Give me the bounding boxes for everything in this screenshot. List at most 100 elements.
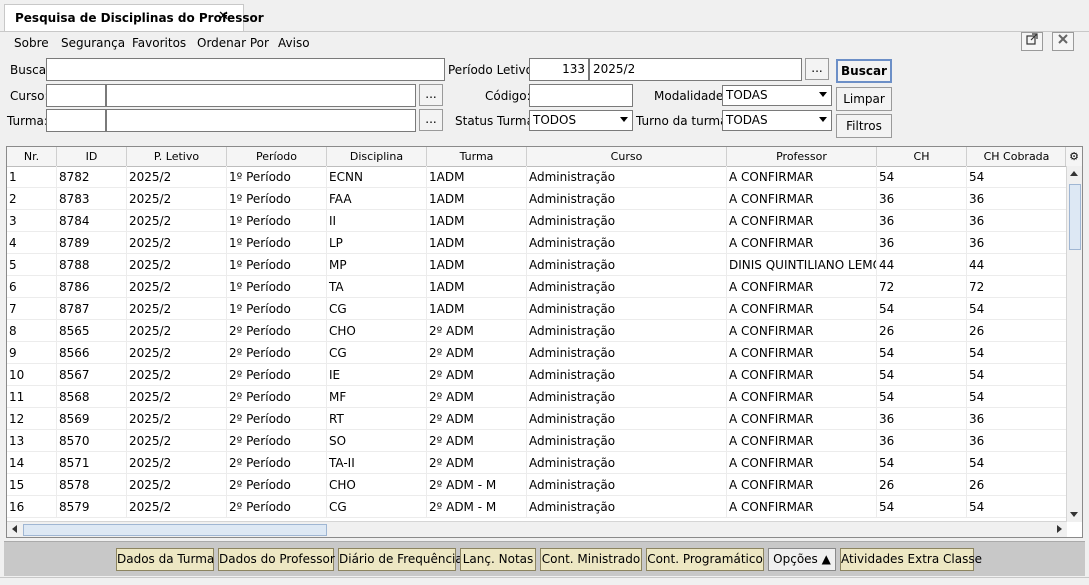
table-cell: 2º ADM - M	[427, 496, 527, 518]
codigo-input[interactable]	[529, 84, 633, 107]
column-header[interactable]: CH Cobrada	[967, 147, 1067, 166]
turma-name-input[interactable]	[106, 109, 416, 132]
menu-sobre[interactable]: Sobre	[14, 36, 49, 50]
table-cell: 8578	[57, 474, 127, 496]
periodo-code-input[interactable]: 133	[529, 58, 589, 81]
dados-professor-button[interactable]: Dados do Professor	[218, 548, 335, 571]
column-header[interactable]: Professor	[727, 147, 877, 166]
table-cell: 1	[7, 166, 57, 188]
column-header[interactable]: P. Letivo	[127, 147, 227, 166]
turno-select[interactable]: TODAS	[722, 110, 832, 131]
table-cell: 5	[7, 254, 57, 276]
curso-name-input[interactable]	[106, 84, 416, 107]
modalidade-select[interactable]: TODAS	[722, 85, 832, 106]
horizontal-scrollbar[interactable]	[7, 521, 1067, 537]
limpar-button[interactable]: Limpar	[836, 87, 892, 111]
table-row[interactable]: 8 8565 2025/2 2º Período CHO 2º ADM Administra…	[7, 320, 1067, 342]
table-cell: 2º ADM	[427, 386, 527, 408]
menu-seguranca[interactable]: Segurança	[61, 36, 125, 50]
table-row[interactable]: 4 8789 2025/2 1º Período LP 1ADM Administração…	[7, 232, 1067, 254]
vertical-scrollbar[interactable]	[1066, 166, 1082, 522]
table-cell: 8567	[57, 364, 127, 386]
window-close-icon[interactable]	[1052, 32, 1074, 51]
menu-favoritos[interactable]: Favoritos	[132, 36, 186, 50]
table-cell: 54	[967, 364, 1067, 386]
table-cell: 14	[7, 452, 57, 474]
table-row[interactable]: 1 8782 2025/2 1º Período ECNN 1ADM Administraç…	[7, 166, 1067, 188]
turma-lookup-button[interactable]: ...	[419, 109, 443, 131]
table-cell: A CONFIRMAR	[727, 496, 877, 518]
turma-code-input[interactable]	[46, 109, 106, 132]
tab-close-icon[interactable]: ✕	[218, 9, 229, 24]
periodo-value-input[interactable]: 2025/2	[589, 58, 802, 81]
filtros-button[interactable]: Filtros	[836, 114, 892, 138]
table-cell: IE	[327, 364, 427, 386]
table-cell: Administração	[527, 298, 727, 320]
column-header[interactable]: Turma	[427, 147, 527, 166]
table-row[interactable]: 10 8567 2025/2 2º Período IE 2º ADM Administra…	[7, 364, 1067, 386]
chevron-down-icon	[819, 92, 827, 97]
action-toolbar: Dados da Turma Dados do Professor Diário…	[4, 541, 1085, 576]
table-cell: 2025/2	[127, 474, 227, 496]
table-cell: A CONFIRMAR	[727, 276, 877, 298]
periodo-lookup-button[interactable]: ...	[805, 58, 829, 80]
dados-turma-button[interactable]: Dados da Turma	[116, 548, 214, 571]
status-turma-select[interactable]: TODOS	[529, 110, 633, 131]
table-cell: 1º Período	[227, 276, 327, 298]
busca-input[interactable]	[46, 58, 445, 81]
curso-lookup-button[interactable]: ...	[419, 84, 443, 106]
table-cell: 2025/2	[127, 232, 227, 254]
table-row[interactable]: 13 8570 2025/2 2º Período SO 2º ADM Administra…	[7, 430, 1067, 452]
column-header[interactable]: Curso	[527, 147, 727, 166]
table-cell: 44	[967, 254, 1067, 276]
table-cell: DINIS QUINTILIANO LEMOS	[727, 254, 877, 276]
table-cell: Administração	[527, 166, 727, 188]
table-cell: 1ADM	[427, 166, 527, 188]
table-cell: Administração	[527, 254, 727, 276]
lanc-notas-button[interactable]: Lanç. Notas	[460, 548, 536, 571]
table-cell: 26	[967, 320, 1067, 342]
table-cell: 54	[967, 342, 1067, 364]
table-cell: 54	[877, 386, 967, 408]
atividades-extra-classe-button[interactable]: Atividades Extra Classe	[840, 548, 982, 571]
table-row[interactable]: 14 8571 2025/2 2º Período TA-II 2º ADM Adminis…	[7, 452, 1067, 474]
table-cell: A CONFIRMAR	[727, 188, 877, 210]
table-row[interactable]: 9 8566 2025/2 2º Período CG 2º ADM Administraç…	[7, 342, 1067, 364]
vertical-scroll-thumb[interactable]	[1069, 184, 1081, 250]
column-header[interactable]: ID	[57, 147, 127, 166]
table-row[interactable]: 15 8578 2025/2 2º Período CHO 2º ADM - M Admin…	[7, 474, 1067, 496]
modalidade-label: Modalidade:	[654, 89, 728, 103]
diario-frequencia-button[interactable]: Diário de Frequência	[338, 548, 463, 571]
table-row[interactable]: 7 8787 2025/2 1º Período CG 1ADM Administração…	[7, 298, 1067, 320]
codigo-label: Código:	[485, 89, 531, 103]
table-cell: 2025/2	[127, 276, 227, 298]
menu-aviso[interactable]: Aviso	[278, 36, 310, 50]
horizontal-scroll-thumb[interactable]	[23, 524, 327, 536]
buscar-button[interactable]: Buscar	[836, 59, 892, 83]
column-header[interactable]: Disciplina	[327, 147, 427, 166]
external-link-icon[interactable]	[1021, 32, 1043, 51]
table-row[interactable]: 6 8786 2025/2 1º Período TA 1ADM Administração…	[7, 276, 1067, 298]
column-header[interactable]: Período	[227, 147, 327, 166]
results-table[interactable]: Nr. ID P. Letivo Período Disciplina Turma Curs…	[6, 146, 1083, 538]
table-row[interactable]: 5 8788 2025/2 1º Período MP 1ADM Administração…	[7, 254, 1067, 276]
tab-pesquisa[interactable]: Pesquisa de Disciplinas do Professor ✕	[4, 4, 264, 31]
menu-ordenar-por[interactable]: Ordenar Por	[197, 36, 269, 50]
table-row[interactable]: 11 8568 2025/2 2º Período MF 2º ADM Administra…	[7, 386, 1067, 408]
gear-icon[interactable]: ⚙	[1065, 147, 1082, 166]
table-row[interactable]: 3 8784 2025/2 1º Período II 1ADM Administração…	[7, 210, 1067, 232]
table-row[interactable]: 16 8579 2025/2 2º Período CG 2º ADM - M Admini…	[7, 496, 1067, 518]
cont-ministrado-button[interactable]: Cont. Ministrado	[540, 548, 642, 571]
curso-code-input[interactable]	[46, 84, 106, 107]
table-cell: 7	[7, 298, 57, 320]
column-header[interactable]: CH	[877, 147, 967, 166]
table-cell: 2º ADM	[427, 320, 527, 342]
busca-label: Busca:	[10, 63, 51, 77]
cont-programatico-button[interactable]: Cont. Programático	[646, 548, 764, 571]
table-row[interactable]: 12 8569 2025/2 2º Período RT 2º ADM Administra…	[7, 408, 1067, 430]
table-cell: 8789	[57, 232, 127, 254]
table-row[interactable]: 2 8783 2025/2 1º Período FAA 1ADM Administraçã…	[7, 188, 1067, 210]
table-cell: Administração	[527, 408, 727, 430]
opcoes-button[interactable]: Opções ▲	[768, 548, 836, 571]
column-header[interactable]: Nr.	[7, 147, 57, 166]
